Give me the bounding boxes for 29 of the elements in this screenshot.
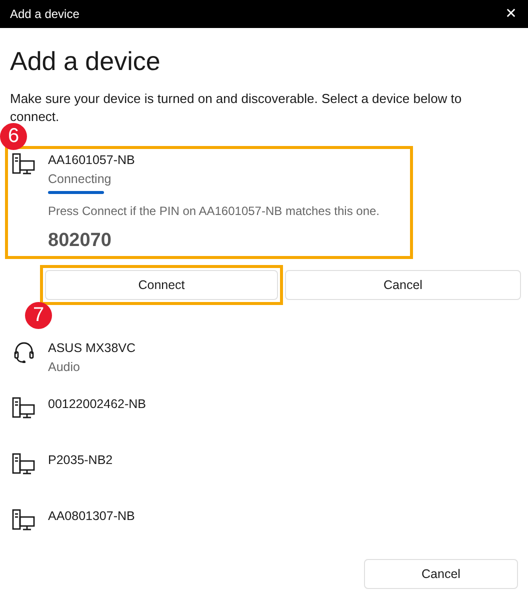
pin-hint: Press Connect if the PIN on AA1601057-NB matches this one. [48, 203, 380, 220]
device-name[interactable]: AA0801307-NB [48, 507, 135, 525]
device-row[interactable]: P2035-NB2 [10, 447, 528, 503]
step-badge: 7 [25, 302, 52, 329]
device-row[interactable]: AA0801307-NB [10, 503, 528, 559]
connect-button[interactable]: Connect [45, 270, 278, 300]
desktop-computer-icon [12, 153, 36, 175]
close-button[interactable]: ✕ [494, 0, 528, 28]
device-name[interactable]: ASUS MX38VC [48, 339, 136, 357]
device-row[interactable]: ASUS MX38VC Audio [10, 335, 528, 391]
desktop-computer-icon [12, 509, 36, 531]
desktop-computer-icon [12, 397, 36, 419]
device-name[interactable]: 00122002462-NB [48, 395, 146, 413]
pin-code: 802070 [48, 230, 112, 252]
device-row[interactable]: 00122002462-NB [10, 391, 528, 447]
device-name[interactable]: P2035-NB2 [48, 451, 113, 469]
progress-bar [48, 191, 104, 194]
cancel-button[interactable]: Cancel [285, 270, 521, 300]
page-heading: Add a device [10, 45, 162, 78]
instruction-text: Make sure your device is turned on and discoverable. Select a device below to connect. [10, 90, 463, 126]
status-text: Connecting [48, 171, 112, 188]
device-type: Audio [48, 359, 81, 376]
cancel-button[interactable]: Cancel [364, 559, 518, 589]
highlight-frame[interactable]: AA1601057-NB Connecting Press Connect if the PIN on AA1601057-NB matches this one. 802070 [5, 146, 413, 259]
headset-icon [12, 341, 36, 363]
device-name[interactable]: AA1601057-NB [48, 151, 380, 169]
step-badge: 6 [0, 123, 27, 150]
window-title: Add a device [10, 7, 80, 21]
desktop-computer-icon [12, 453, 36, 475]
